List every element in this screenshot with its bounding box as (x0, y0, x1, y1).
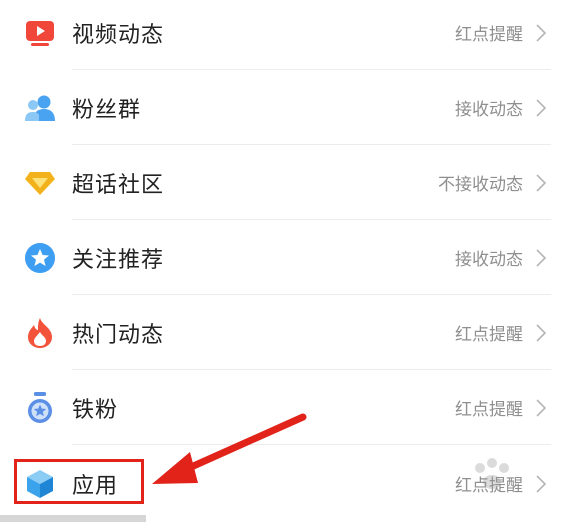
watermark-paw-icon (475, 458, 509, 489)
annotation-arrow-icon (152, 413, 307, 484)
bottom-scroll-indicator (0, 515, 146, 522)
